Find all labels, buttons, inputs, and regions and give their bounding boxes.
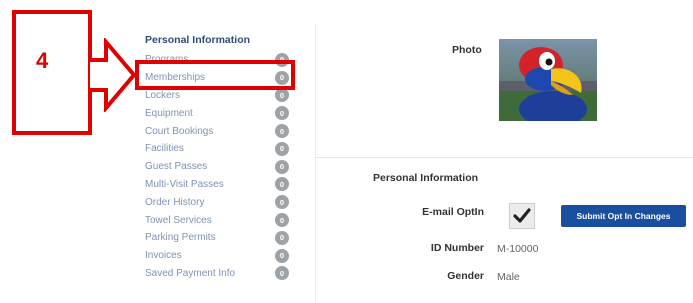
step-number: 4 [36, 48, 49, 73]
profile-photo [499, 39, 597, 121]
sidebar-item-label: Lockers [145, 89, 181, 101]
sidebar-item-saved-payment-info[interactable]: Saved Payment Info 0 [145, 265, 295, 283]
id-number-value: M-10000 [497, 243, 539, 255]
count-badge: 0 [275, 106, 289, 121]
count-badge: 0 [275, 213, 289, 228]
sidebar-item-label: Court Bookings [145, 125, 214, 137]
sidebar-item-label: Parking Permits [145, 232, 216, 244]
sidebar-item-label: Multi-Visit Passes [145, 178, 224, 190]
sidebar-item-label: Equipment [145, 107, 193, 119]
count-badge: 0 [275, 141, 289, 156]
sidebar-title[interactable]: Personal Information [145, 34, 250, 46]
count-badge: 0 [275, 266, 289, 281]
count-badge: 0 [275, 159, 289, 174]
sidebar-item-guest-passes[interactable]: Guest Passes 0 [145, 158, 295, 176]
arrow-right-icon [90, 38, 137, 112]
submit-opt-in-button[interactable]: Submit Opt In Changes [561, 205, 686, 227]
sidebar-item-label: Order History [145, 196, 205, 208]
memberships-highlight-box [135, 60, 295, 90]
sidebar-item-equipment[interactable]: Equipment 0 [145, 104, 295, 122]
id-number-label: ID Number [430, 242, 484, 254]
sidebar-item-label: Towel Services [145, 214, 212, 226]
checkmark-icon [513, 208, 531, 223]
gender-label: Gender [447, 270, 484, 282]
count-badge: 0 [275, 230, 289, 245]
sidebar-item-order-history[interactable]: Order History 0 [145, 193, 295, 211]
sidebar-item-label: Guest Passes [145, 161, 208, 173]
sidebar-item-label: Facilities [145, 143, 184, 155]
jayhawk-mascot-image [499, 39, 597, 121]
count-badge: 0 [275, 248, 289, 263]
count-badge: 0 [275, 88, 289, 103]
sidebar-item-label: Saved Payment Info [145, 267, 236, 279]
gender-value: Male [497, 271, 520, 283]
personal-info-heading: Personal Information [373, 172, 479, 184]
count-badge: 0 [275, 195, 289, 210]
sidebar-item-towel-services[interactable]: Towel Services 0 [145, 211, 295, 229]
photo-label: Photo [452, 44, 482, 56]
sidebar-item-label: Invoices [145, 250, 182, 262]
sidebar-item-facilities[interactable]: Facilities 0 [145, 140, 295, 158]
sidebar-item-multi-visit-passes[interactable]: Multi-Visit Passes 0 [145, 176, 295, 194]
email-optin-checkbox[interactable] [509, 203, 535, 229]
email-optin-label: E-mail OptIn [422, 206, 484, 218]
sidebar-item-court-bookings[interactable]: Court Bookings 0 [145, 122, 295, 140]
sidebar-item-invoices[interactable]: Invoices 0 [145, 247, 295, 265]
section-divider [315, 157, 693, 158]
step-callout-box [12, 10, 92, 135]
count-badge: 0 [275, 177, 289, 192]
count-badge: 0 [275, 124, 289, 139]
sidebar-item-parking-permits[interactable]: Parking Permits 0 [145, 229, 295, 247]
